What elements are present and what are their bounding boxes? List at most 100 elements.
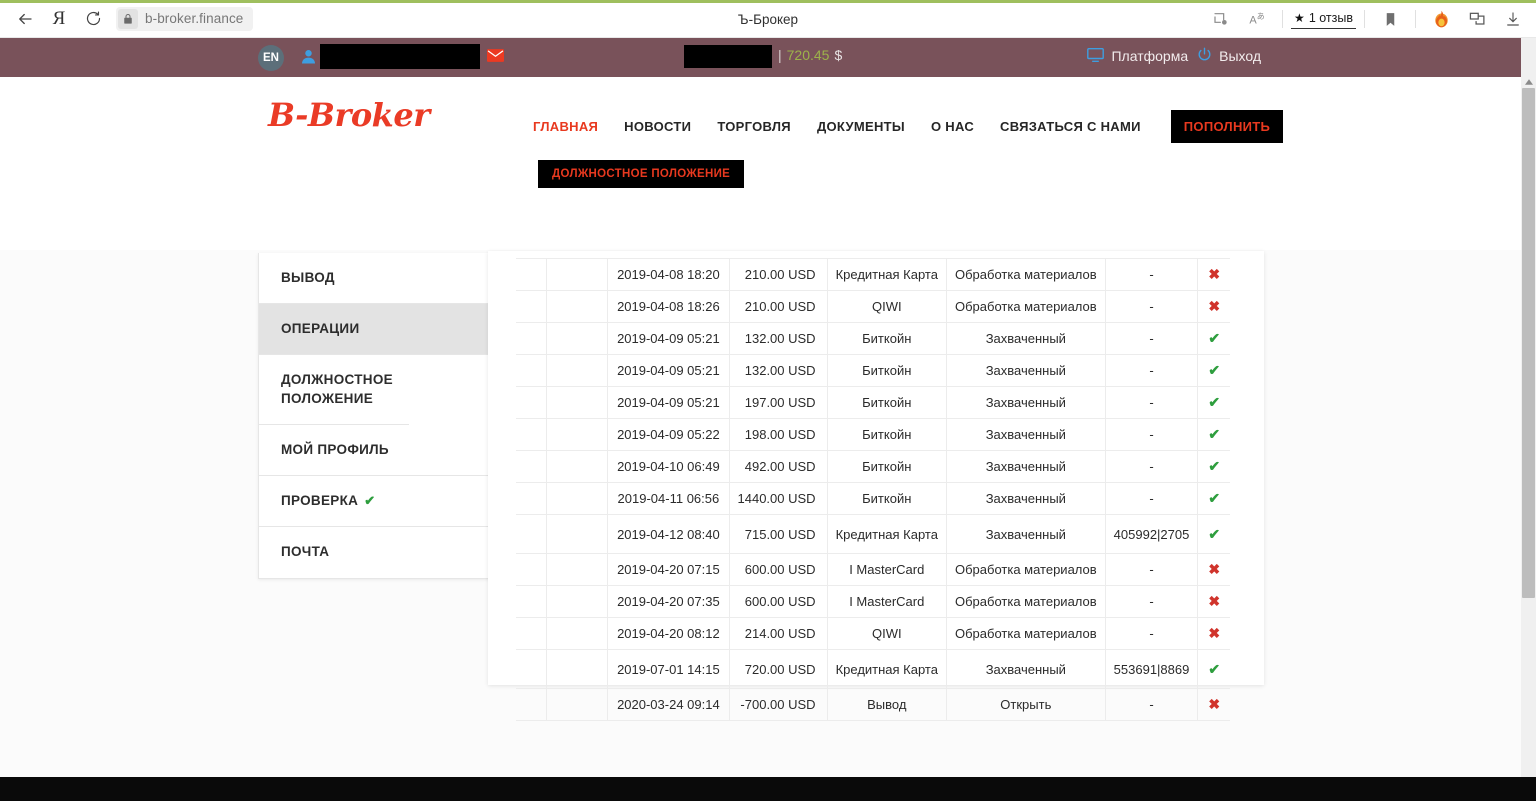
user-name-redacted bbox=[320, 44, 480, 69]
row-id-cell bbox=[546, 258, 609, 291]
cell-status-icon: ✔ bbox=[1197, 386, 1230, 419]
cell-date: 2019-04-11 06:56 bbox=[607, 482, 730, 515]
cell-method: Вывод bbox=[826, 688, 947, 721]
sidebar-item-mail[interactable]: ПОЧТА bbox=[259, 527, 489, 577]
download-icon[interactable] bbox=[1496, 4, 1530, 34]
cell-status-icon: ✖ bbox=[1197, 617, 1230, 650]
reload-icon[interactable] bbox=[76, 4, 110, 34]
platform-link[interactable]: Платформа bbox=[1087, 47, 1189, 65]
language-selector[interactable]: EN bbox=[258, 45, 284, 71]
page-scrollbar-thumb[interactable] bbox=[1522, 88, 1535, 598]
cell-reference: - bbox=[1104, 553, 1199, 586]
address-bar[interactable]: b-broker.finance bbox=[116, 6, 254, 31]
cell-reference: - bbox=[1104, 386, 1199, 419]
account-sidebar: ВЫВОД ОПЕРАЦИИ ДОЛЖНОСТНОЕ ПОЛОЖЕНИЕ МОЙ… bbox=[258, 253, 490, 579]
row-spacer-cell bbox=[516, 290, 548, 323]
monitor-icon bbox=[1087, 47, 1105, 65]
cell-status: Захваченный bbox=[945, 450, 1106, 483]
cell-method: Кредитная Карта bbox=[826, 258, 947, 291]
cell-date: 2019-04-09 05:21 bbox=[607, 322, 730, 355]
cell-status: Захваченный bbox=[945, 386, 1106, 419]
cell-method: QIWI bbox=[826, 290, 947, 323]
toolbar-divider bbox=[1282, 10, 1284, 28]
cell-reference: - bbox=[1104, 482, 1199, 515]
sidebar-item-verification[interactable]: ПРОВЕРКА ✔ bbox=[259, 476, 489, 528]
bookmark-icon[interactable] bbox=[1373, 4, 1407, 34]
account-balance: | 720.45 $ bbox=[778, 47, 842, 63]
table-row: 2019-04-08 18:26 210.00 USD QIWI Обработка … bbox=[516, 290, 1230, 323]
logout-label: Выход bbox=[1219, 48, 1261, 64]
cell-method: QIWI bbox=[826, 617, 947, 650]
user-icon bbox=[302, 49, 315, 69]
address-bar-url: b-broker.finance bbox=[145, 11, 244, 26]
nav-item-trading[interactable]: ТОРГОВЛЯ bbox=[717, 119, 791, 134]
table-row: 2019-04-10 06:49 492.00 USD Биткойн Захваче… bbox=[516, 450, 1230, 483]
nav-item-news[interactable]: НОВОСТИ bbox=[624, 119, 691, 134]
row-id-cell bbox=[546, 450, 609, 483]
cell-reference: - bbox=[1104, 585, 1199, 618]
cell-date: 2020-03-24 09:14 bbox=[607, 688, 730, 721]
nav-item-contact[interactable]: СВЯЗАТЬСЯ С НАМИ bbox=[1000, 119, 1141, 134]
sidebar-item-operations[interactable]: ОПЕРАЦИИ bbox=[259, 304, 489, 356]
sidebar-item-regulation[interactable]: ДОЛЖНОСТНОЕ ПОЛОЖЕНИЕ bbox=[259, 355, 409, 425]
review-badge[interactable]: ★ 1 отзыв bbox=[1291, 9, 1356, 29]
operations-table: 2019-04-08 18:20 210.00 USD Кредитная Карт… bbox=[516, 258, 1230, 721]
cell-amount: 600.00 USD bbox=[728, 553, 828, 586]
cell-amount: 720.00 USD bbox=[728, 649, 828, 689]
cell-date: 2019-04-08 18:20 bbox=[607, 258, 730, 291]
cell-method: Биткойн bbox=[826, 386, 947, 419]
row-spacer-cell bbox=[516, 553, 548, 586]
site-logo[interactable]: B-Broker bbox=[268, 96, 430, 134]
collections-icon[interactable] bbox=[1460, 4, 1494, 34]
cell-status-icon: ✖ bbox=[1197, 585, 1230, 618]
sidebar-item-label: ПРОВЕРКА bbox=[281, 493, 359, 509]
cell-amount: 214.00 USD bbox=[728, 617, 828, 650]
cell-reference: - bbox=[1104, 418, 1199, 451]
cell-date: 2019-07-01 14:15 bbox=[607, 649, 730, 689]
scroll-up-arrow-icon[interactable] bbox=[1521, 76, 1536, 88]
row-spacer-cell bbox=[516, 688, 548, 721]
cell-date: 2019-04-09 05:21 bbox=[607, 386, 730, 419]
cell-amount: 715.00 USD bbox=[728, 514, 828, 554]
cell-amount: 132.00 USD bbox=[728, 354, 828, 387]
cell-date: 2019-04-08 18:26 bbox=[607, 290, 730, 323]
back-arrow-icon[interactable] bbox=[8, 4, 42, 34]
nav-item-about[interactable]: О НАС bbox=[931, 119, 974, 134]
cell-status: Обработка материалов bbox=[945, 585, 1106, 618]
platform-label: Платформа bbox=[1111, 48, 1189, 64]
topbar-actions: Платформа Выход bbox=[1087, 47, 1261, 65]
cell-status-icon: ✖ bbox=[1197, 688, 1230, 721]
row-id-cell bbox=[546, 649, 609, 689]
row-id-cell bbox=[546, 386, 609, 419]
regulation-button[interactable]: ДОЛЖНОСТНОЕ ПОЛОЖЕНИЕ bbox=[538, 160, 745, 188]
deposit-button[interactable]: ПОПОЛНИТЬ bbox=[1170, 110, 1284, 143]
sidebar-item-withdrawal[interactable]: ВЫВОД bbox=[259, 253, 489, 305]
nav-item-documents[interactable]: ДОКУМЕНТЫ bbox=[817, 119, 905, 134]
cell-status-icon: ✔ bbox=[1197, 649, 1230, 689]
power-icon bbox=[1197, 47, 1212, 65]
cell-status: Захваченный bbox=[945, 418, 1106, 451]
mail-icon[interactable] bbox=[487, 49, 504, 67]
logout-link[interactable]: Выход bbox=[1197, 47, 1261, 65]
table-row: 2019-04-09 05:21 197.00 USD Биткойн Захваче… bbox=[516, 386, 1230, 419]
fire-icon[interactable] bbox=[1424, 4, 1458, 34]
page-footer bbox=[0, 777, 1536, 801]
translate-icon[interactable]: Aあ bbox=[1240, 4, 1274, 34]
yandex-logo-icon[interactable]: Я bbox=[42, 4, 76, 34]
sidebar-item-my-profile[interactable]: МОЙ ПРОФИЛЬ bbox=[259, 425, 489, 477]
cell-amount: 210.00 USD bbox=[728, 258, 828, 291]
cell-status: Захваченный bbox=[945, 649, 1106, 689]
table-row: 2019-04-09 05:21 132.00 USD Биткойн Захваче… bbox=[516, 354, 1230, 387]
cell-status: Открыть bbox=[945, 688, 1106, 721]
cast-icon[interactable] bbox=[1204, 4, 1238, 34]
page-scrollbar-track[interactable] bbox=[1521, 38, 1536, 801]
table-row: 2019-04-20 08:12 214.00 USD QIWI Обработка … bbox=[516, 617, 1230, 650]
table-row: 2020-03-24 09:14 -700.00 USD Вывод Открыть -… bbox=[516, 688, 1230, 721]
row-id-cell bbox=[546, 482, 609, 515]
cell-method: I MasterCard bbox=[826, 585, 947, 618]
table-row: 2019-07-01 14:15 720.00 USD Кредитная Карт… bbox=[516, 649, 1230, 689]
cell-reference: - bbox=[1104, 450, 1199, 483]
row-spacer-cell bbox=[516, 450, 548, 483]
cell-status: Захваченный bbox=[945, 354, 1106, 387]
nav-item-home[interactable]: ГЛАВНАЯ bbox=[533, 119, 598, 134]
